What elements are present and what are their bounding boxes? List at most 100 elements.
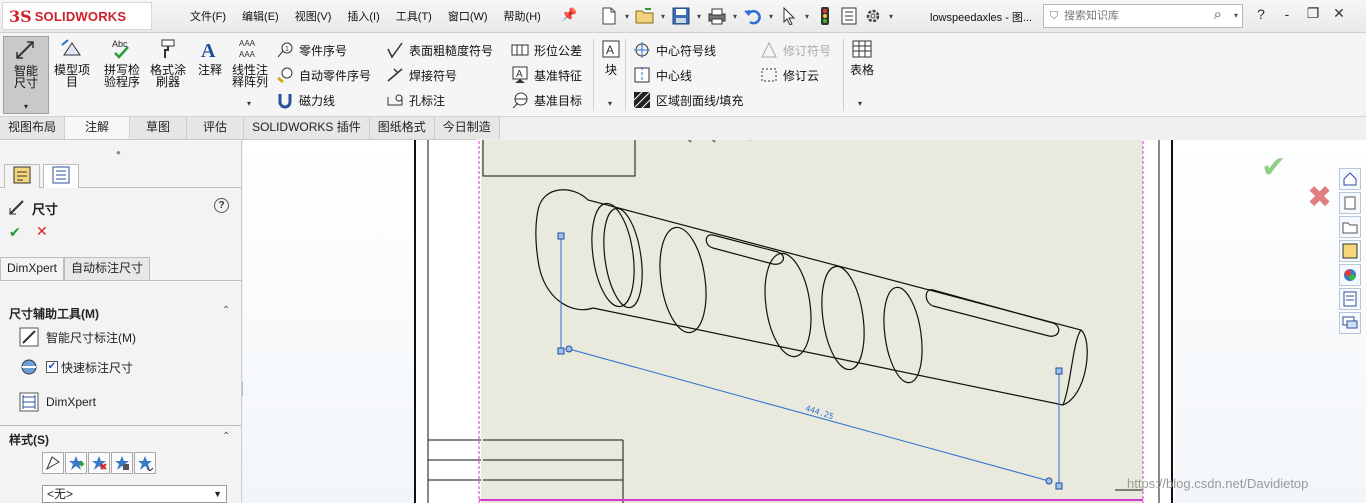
select-pointer-icon[interactable]	[778, 5, 800, 27]
save-style-icon[interactable]	[111, 452, 133, 474]
quick-dimension-checkbox[interactable]: ✔	[46, 361, 58, 373]
revision-cloud-button[interactable]: 修订云	[760, 65, 819, 85]
center-mark-button[interactable]: 中心符号线	[633, 40, 716, 60]
hole-callout-button[interactable]: 孔标注	[386, 90, 445, 110]
tab-evaluate[interactable]: 评估	[187, 117, 245, 139]
auto-balloon-button[interactable]: 自动零件序号	[276, 65, 371, 85]
panel-grip-icon[interactable]: ●	[116, 148, 121, 157]
group-title-dim-tools[interactable]: 尺寸辅助工具(M)	[9, 305, 99, 322]
menu-help[interactable]: 帮助(H)	[496, 8, 549, 24]
rebuild-traffic-light-icon[interactable]	[814, 5, 836, 27]
chevron-down-icon[interactable]: ▾	[766, 12, 776, 21]
confirm-corner-ok-icon[interactable]: ✔	[1261, 150, 1286, 185]
chevron-down-icon[interactable]: ▾	[622, 12, 632, 21]
chevron-down-icon[interactable]: ▾	[802, 12, 812, 21]
chevron-down-icon[interactable]: ▾	[1234, 11, 1238, 20]
linear-note-pattern-button[interactable]: AAA AAA 线性注释阵列	[230, 36, 270, 88]
chevron-down-icon[interactable]: ▾	[247, 99, 251, 108]
confirm-corner-cancel-icon[interactable]: ✖	[1307, 180, 1332, 215]
graphics-area[interactable]: 444.25 ◧ ◨ − ❐ ✕ ✔ ✖ https://blog.csdn.n…	[243, 140, 1366, 503]
tab-annotation[interactable]: 注解	[65, 117, 131, 139]
home-icon[interactable]	[1339, 168, 1361, 190]
block-button[interactable]: A 块	[600, 36, 622, 76]
menu-insert[interactable]: 插入(I)	[339, 8, 387, 24]
undo-icon[interactable]	[742, 5, 764, 27]
chevron-down-icon[interactable]: ▾	[24, 102, 28, 111]
drag-handle[interactable]	[1055, 367, 1063, 375]
chevron-down-icon[interactable]: ▾	[608, 99, 612, 108]
section-view-icon[interactable]	[745, 140, 765, 144]
arrow-handle[interactable]	[565, 345, 573, 353]
weld-symbol-button[interactable]: 焊接符号	[386, 65, 457, 85]
print-icon[interactable]	[706, 5, 728, 27]
drag-handle[interactable]	[1055, 482, 1063, 490]
note-button[interactable]: A 注释	[195, 36, 225, 76]
menu-edit[interactable]: 编辑(E)	[234, 8, 287, 24]
menu-file[interactable]: 文件(F)	[182, 8, 234, 24]
design-library-icon[interactable]	[1339, 192, 1361, 214]
tab-sketch[interactable]: 草图	[130, 117, 188, 139]
file-explorer-icon[interactable]	[1339, 216, 1361, 238]
chevron-down-icon[interactable]: ▾	[658, 12, 668, 21]
menu-tools[interactable]: 工具(T)	[388, 8, 440, 24]
format-painter-button[interactable]: 格式涂刷器	[146, 36, 190, 88]
solidworks-logo[interactable]: 3S SOLIDWORKS	[2, 2, 152, 30]
close-button[interactable]: ✕	[1330, 5, 1348, 22]
tab-property-manager[interactable]	[4, 164, 40, 188]
revision-symbol-button[interactable]: 修订符号	[760, 40, 831, 60]
appearances-icon[interactable]	[1339, 264, 1361, 286]
smart-dimension-button[interactable]: 智能尺寸 ▾	[3, 36, 49, 114]
chevron-down-icon[interactable]: ▾	[730, 12, 740, 21]
custom-properties-icon[interactable]	[1339, 288, 1361, 310]
restore-button[interactable]: ❐	[1304, 5, 1322, 22]
drag-handle[interactable]	[557, 232, 565, 240]
zoom-to-area-icon[interactable]	[697, 140, 717, 144]
table-button[interactable]: 表格	[848, 36, 876, 76]
tab-auto-dimension[interactable]: 自动标注尺寸	[64, 257, 151, 280]
forum-icon[interactable]	[1339, 312, 1361, 334]
options-gear-icon[interactable]	[862, 5, 884, 27]
tab-make-today[interactable]: 今日制造	[434, 117, 500, 139]
pin-icon[interactable]: 📌	[561, 7, 577, 23]
datum-feature-button[interactable]: A 基准特征	[511, 65, 582, 85]
dimxpert-option[interactable]: DimXpert	[18, 391, 96, 413]
model-items-button[interactable]: 模型项目	[52, 36, 92, 88]
delete-style-icon[interactable]	[88, 452, 110, 474]
search-input[interactable]	[1064, 10, 1204, 22]
zoom-to-fit-icon[interactable]	[673, 140, 693, 144]
surface-finish-button[interactable]: 表面粗糙度符号	[386, 40, 493, 60]
arrow-handle[interactable]	[1045, 477, 1053, 485]
geometric-tolerance-button[interactable]: 形位公差	[511, 40, 582, 60]
set-default-style-icon[interactable]	[42, 452, 64, 474]
previous-view-icon[interactable]	[721, 140, 741, 144]
magnetic-line-button[interactable]: 磁力线	[276, 90, 335, 110]
save-icon[interactable]	[670, 5, 692, 27]
rotate-view-icon[interactable]	[769, 140, 789, 144]
chevron-down-icon[interactable]: ▾	[694, 12, 704, 21]
style-select[interactable]: <无> ▼	[42, 485, 227, 503]
help-icon[interactable]: ?	[214, 198, 229, 213]
collapse-chevron-icon[interactable]: ⌃	[222, 431, 230, 442]
drag-handle[interactable]	[557, 347, 565, 355]
cancel-button[interactable]: ✕	[36, 223, 48, 240]
ok-button[interactable]: ✔	[9, 224, 21, 241]
menu-view[interactable]: 视图(V)	[287, 8, 340, 24]
balloon-button[interactable]: 1 零件序号	[276, 40, 347, 60]
tab-dimxpert[interactable]: DimXpert	[0, 257, 65, 280]
open-folder-icon[interactable]	[634, 5, 656, 27]
datum-target-button[interactable]: 基准目标	[511, 90, 582, 110]
tab-view-layout[interactable]: 视图布局	[0, 117, 66, 139]
view-palette-icon[interactable]	[1339, 240, 1361, 262]
load-style-icon[interactable]	[134, 452, 156, 474]
spell-check-button[interactable]: Abc 拼写检验程序	[100, 36, 144, 88]
tab-sheet-format[interactable]: 图纸格式	[369, 117, 435, 139]
tab-feature-tree[interactable]	[43, 164, 79, 188]
menu-window[interactable]: 窗口(W)	[440, 8, 496, 24]
new-document-icon[interactable]	[598, 5, 620, 27]
centerline-button[interactable]: 中心线	[633, 65, 692, 85]
chevron-down-icon[interactable]: ▾	[858, 99, 862, 108]
collapse-chevron-icon[interactable]: ⌃	[222, 305, 230, 316]
chevron-down-icon[interactable]: ▾	[886, 12, 896, 21]
area-hatch-button[interactable]: 区域剖面线/填充	[633, 90, 743, 110]
add-style-icon[interactable]	[65, 452, 87, 474]
